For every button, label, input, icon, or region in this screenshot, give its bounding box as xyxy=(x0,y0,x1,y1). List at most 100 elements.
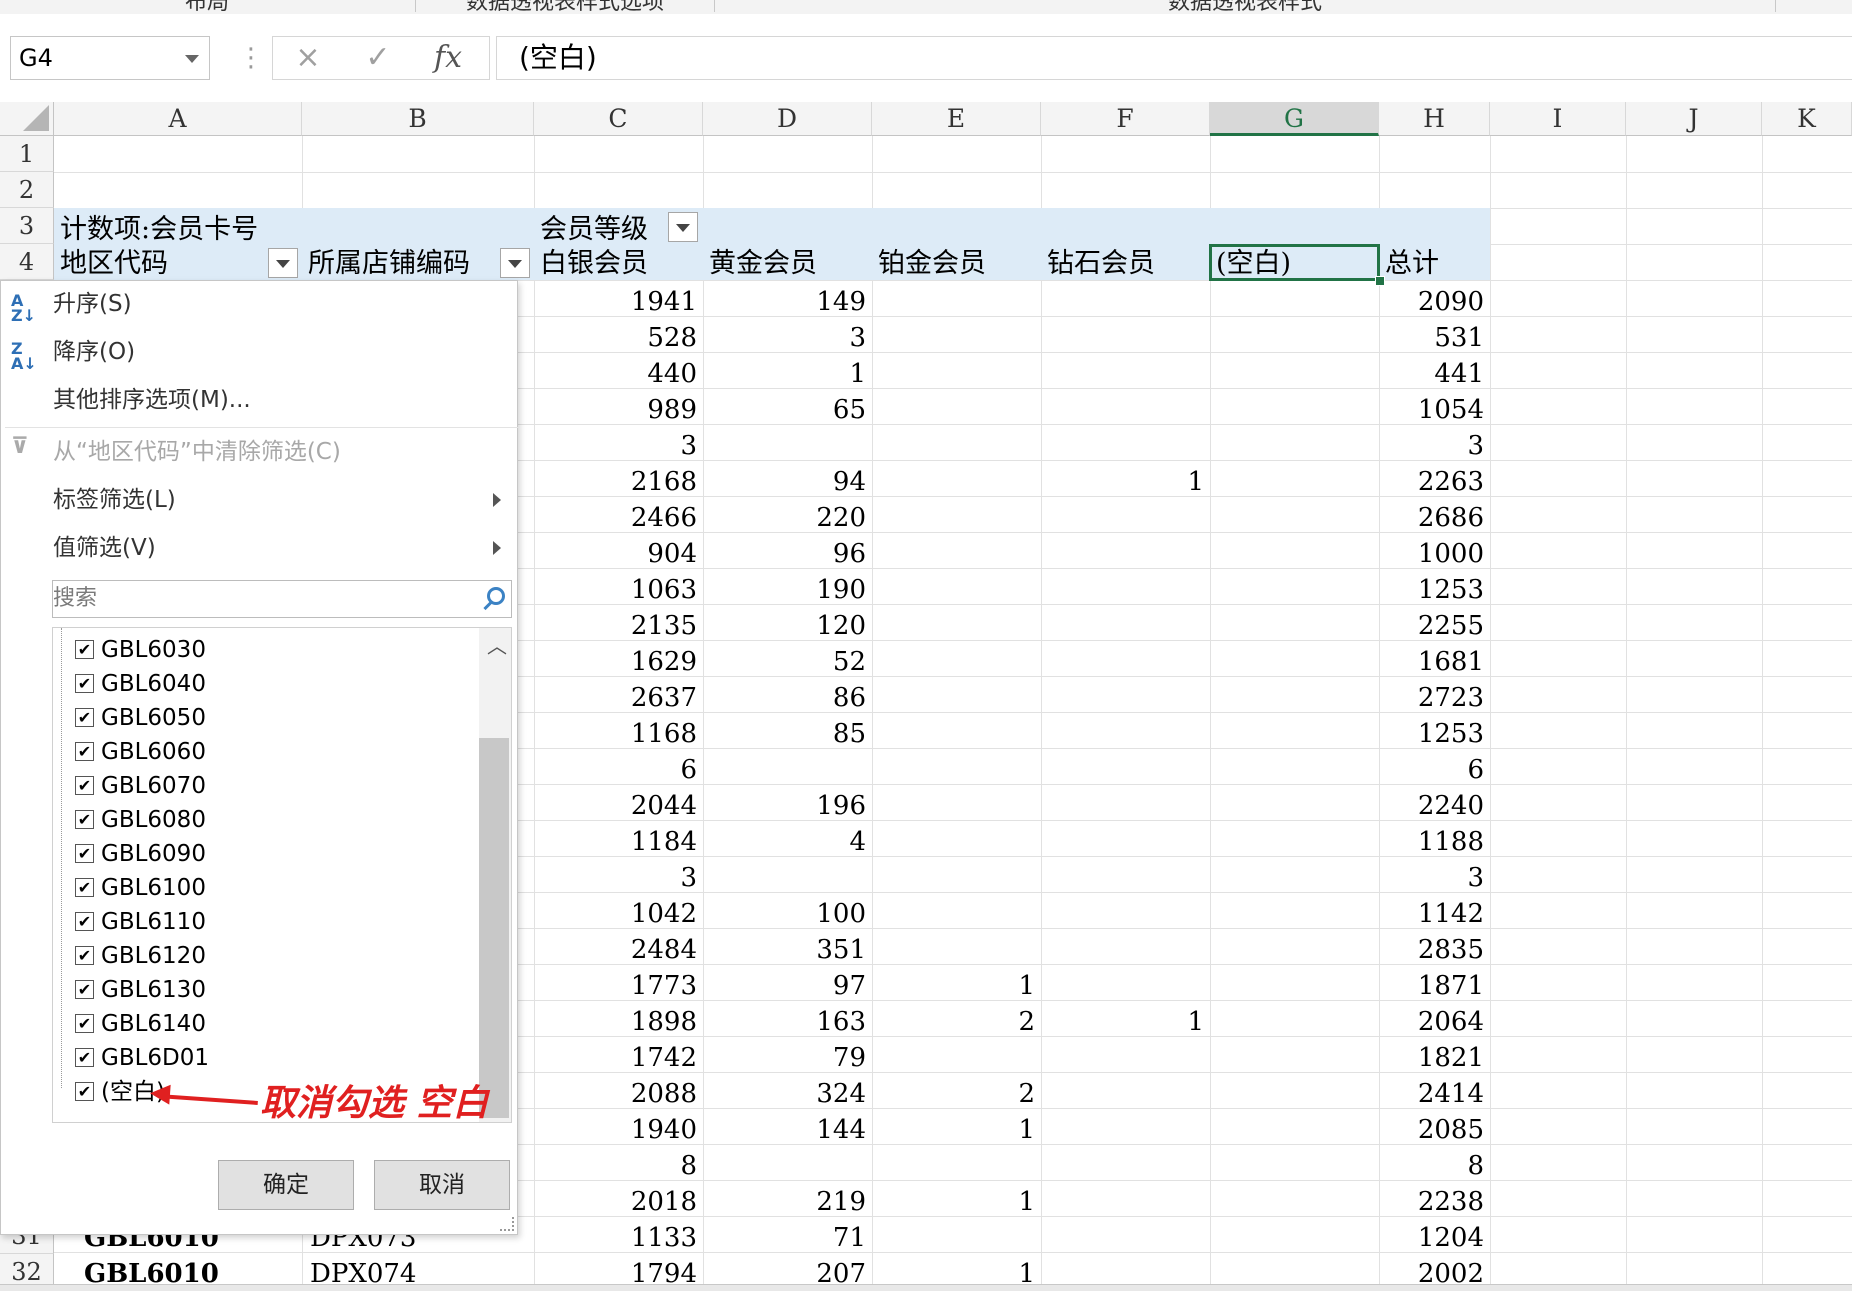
ribbon-group-pivot-styles[interactable]: 数据透视表样式 xyxy=(715,0,1775,14)
pivot-cell-platinum[interactable]: 1 xyxy=(872,1110,1041,1146)
pivot-cell-total[interactable]: 1681 xyxy=(1379,642,1490,678)
pivot-cell-total[interactable]: 1871 xyxy=(1379,966,1490,1002)
pivot-cell-gold[interactable]: 163 xyxy=(703,1002,872,1038)
pivot-cell-silver[interactable]: 528 xyxy=(534,318,703,354)
pivot-cell-gold[interactable]: 100 xyxy=(703,894,872,930)
pivot-cell-diamond[interactable]: 1 xyxy=(1041,462,1210,498)
pivot-cell-silver[interactable]: 1133 xyxy=(534,1218,703,1254)
column-header-c[interactable]: C xyxy=(534,102,703,136)
pivot-cell-total[interactable]: 1253 xyxy=(1379,714,1490,750)
checkbox-checked-icon[interactable]: ✔ xyxy=(75,912,94,931)
pivot-cell-gold[interactable]: 196 xyxy=(703,786,872,822)
pivot-cell-silver[interactable]: 6 xyxy=(534,750,703,786)
pivot-cell-total[interactable]: 1253 xyxy=(1379,570,1490,606)
pivot-cell-silver[interactable]: 3 xyxy=(534,426,703,462)
filter-search-input[interactable]: 搜索 xyxy=(52,580,512,618)
row-header-1[interactable]: 1 xyxy=(0,136,54,172)
row-header-4[interactable]: 4 xyxy=(0,244,54,280)
pivot-cell-silver[interactable]: 1184 xyxy=(534,822,703,858)
pivot-cell-gold[interactable]: 1 xyxy=(703,354,872,390)
pivot-cell-total[interactable]: 1188 xyxy=(1379,822,1490,858)
pivot-cell-gold[interactable]: 4 xyxy=(703,822,872,858)
pivot-cell-silver[interactable]: 1629 xyxy=(534,642,703,678)
checkbox-checked-icon[interactable]: ✔ xyxy=(75,878,94,897)
pivot-cell-gold[interactable]: 86 xyxy=(703,678,872,714)
pivot-cell-silver[interactable]: 2466 xyxy=(534,498,703,534)
ok-button[interactable]: 确定 xyxy=(218,1160,354,1210)
pivot-cell-gold[interactable]: 71 xyxy=(703,1218,872,1254)
list-scrollbar-thumb[interactable] xyxy=(479,738,509,1118)
pivot-cell-total[interactable]: 1142 xyxy=(1379,894,1490,930)
label-filter-item[interactable]: 标签筛选(L) xyxy=(53,485,176,515)
pivot-cell-gold[interactable]: 219 xyxy=(703,1182,872,1218)
pivot-cell-total[interactable]: 2090 xyxy=(1379,282,1490,318)
pivot-cell-platinum[interactable]: 2 xyxy=(872,1002,1041,1038)
pivot-cell-gold[interactable]: 324 xyxy=(703,1074,872,1110)
pivot-cell-total[interactable]: 2240 xyxy=(1379,786,1490,822)
checkbox-checked-icon[interactable]: ✔ xyxy=(75,810,94,829)
pivot-cell-platinum[interactable]: 2 xyxy=(872,1074,1041,1110)
checkbox-checked-icon[interactable]: ✔ xyxy=(75,1048,94,1067)
row-field-1-filter-button[interactable] xyxy=(268,248,298,278)
pivot-cell-gold[interactable]: 351 xyxy=(703,930,872,966)
pivot-cell-gold[interactable]: 149 xyxy=(703,282,872,318)
pivot-cell-silver[interactable]: 1042 xyxy=(534,894,703,930)
pivot-cell-gold[interactable]: 97 xyxy=(703,966,872,1002)
column-header-h[interactable]: H xyxy=(1379,102,1490,136)
column-header-d[interactable]: D xyxy=(703,102,872,136)
column-header-f[interactable]: F xyxy=(1041,102,1210,136)
column-header-a[interactable]: A xyxy=(54,102,302,136)
pivot-cell-total[interactable]: 1000 xyxy=(1379,534,1490,570)
pivot-cell-gold[interactable]: 220 xyxy=(703,498,872,534)
ribbon-group-pivot-style-options[interactable]: 数据透视表样式选项 xyxy=(416,0,714,14)
row-header-3[interactable]: 3 xyxy=(0,208,54,244)
pivot-cell-total[interactable]: 2238 xyxy=(1379,1182,1490,1218)
pivot-cell-total[interactable]: 2064 xyxy=(1379,1002,1490,1038)
pivot-cell-total[interactable]: 8 xyxy=(1379,1146,1490,1182)
pivot-cell-silver[interactable]: 1063 xyxy=(534,570,703,606)
checkbox-checked-icon[interactable]: ✔ xyxy=(75,674,94,693)
pivot-cell-total[interactable]: 2255 xyxy=(1379,606,1490,642)
pivot-cell-total[interactable]: 1054 xyxy=(1379,390,1490,426)
active-cell-g4[interactable] xyxy=(1209,244,1380,281)
pivot-cell-silver[interactable]: 440 xyxy=(534,354,703,390)
checkbox-checked-icon[interactable]: ✔ xyxy=(75,980,94,999)
checkbox-checked-icon[interactable]: ✔ xyxy=(75,640,94,659)
resize-grip-icon[interactable] xyxy=(500,1217,514,1231)
pivot-cell-total[interactable]: 1204 xyxy=(1379,1218,1490,1254)
pivot-cell-silver[interactable]: 2018 xyxy=(534,1182,703,1218)
chevron-down-icon[interactable] xyxy=(185,55,199,63)
pivot-cell-silver[interactable]: 989 xyxy=(534,390,703,426)
pivot-cell-silver[interactable]: 3 xyxy=(534,858,703,894)
pivot-cell-silver[interactable]: 1773 xyxy=(534,966,703,1002)
pivot-cell-total[interactable]: 2263 xyxy=(1379,462,1490,498)
pivot-cell-gold[interactable]: 120 xyxy=(703,606,872,642)
cancel-icon[interactable]: × xyxy=(283,37,333,79)
column-header-j[interactable]: J xyxy=(1626,102,1762,136)
pivot-cell-silver[interactable]: 1742 xyxy=(534,1038,703,1074)
row-field-2-filter-button[interactable] xyxy=(500,248,530,278)
pivot-cell-silver[interactable]: 2168 xyxy=(534,462,703,498)
pivot-cell-total[interactable]: 2686 xyxy=(1379,498,1490,534)
pivot-cell-total[interactable]: 2835 xyxy=(1379,930,1490,966)
select-all-corner[interactable] xyxy=(0,102,54,136)
pivot-cell-gold[interactable]: 96 xyxy=(703,534,872,570)
pivot-cell-platinum[interactable]: 1 xyxy=(872,1182,1041,1218)
pivot-cell-gold[interactable]: 79 xyxy=(703,1038,872,1074)
pivot-cell-silver[interactable]: 1941 xyxy=(534,282,703,318)
checkbox-checked-icon[interactable]: ✔ xyxy=(75,776,94,795)
pivot-cell-total[interactable]: 2723 xyxy=(1379,678,1490,714)
pivot-cell-total[interactable]: 2414 xyxy=(1379,1074,1490,1110)
clear-filter-item[interactable]: 从“地区代码”中清除筛选(C) xyxy=(53,437,341,467)
more-options-icon[interactable]: ⋮ xyxy=(238,44,264,72)
pivot-cell-diamond[interactable]: 1 xyxy=(1041,1002,1210,1038)
pivot-cell-gold[interactable]: 52 xyxy=(703,642,872,678)
pivot-cell-silver[interactable]: 2637 xyxy=(534,678,703,714)
pivot-cell-gold[interactable]: 94 xyxy=(703,462,872,498)
pivot-cell-total[interactable]: 2085 xyxy=(1379,1110,1490,1146)
pivot-cell-total[interactable]: 531 xyxy=(1379,318,1490,354)
pivot-cell-gold[interactable]: 190 xyxy=(703,570,872,606)
name-box[interactable]: G4 xyxy=(10,36,210,80)
row-header-2[interactable]: 2 xyxy=(0,172,54,208)
pivot-cell-silver[interactable]: 2484 xyxy=(534,930,703,966)
